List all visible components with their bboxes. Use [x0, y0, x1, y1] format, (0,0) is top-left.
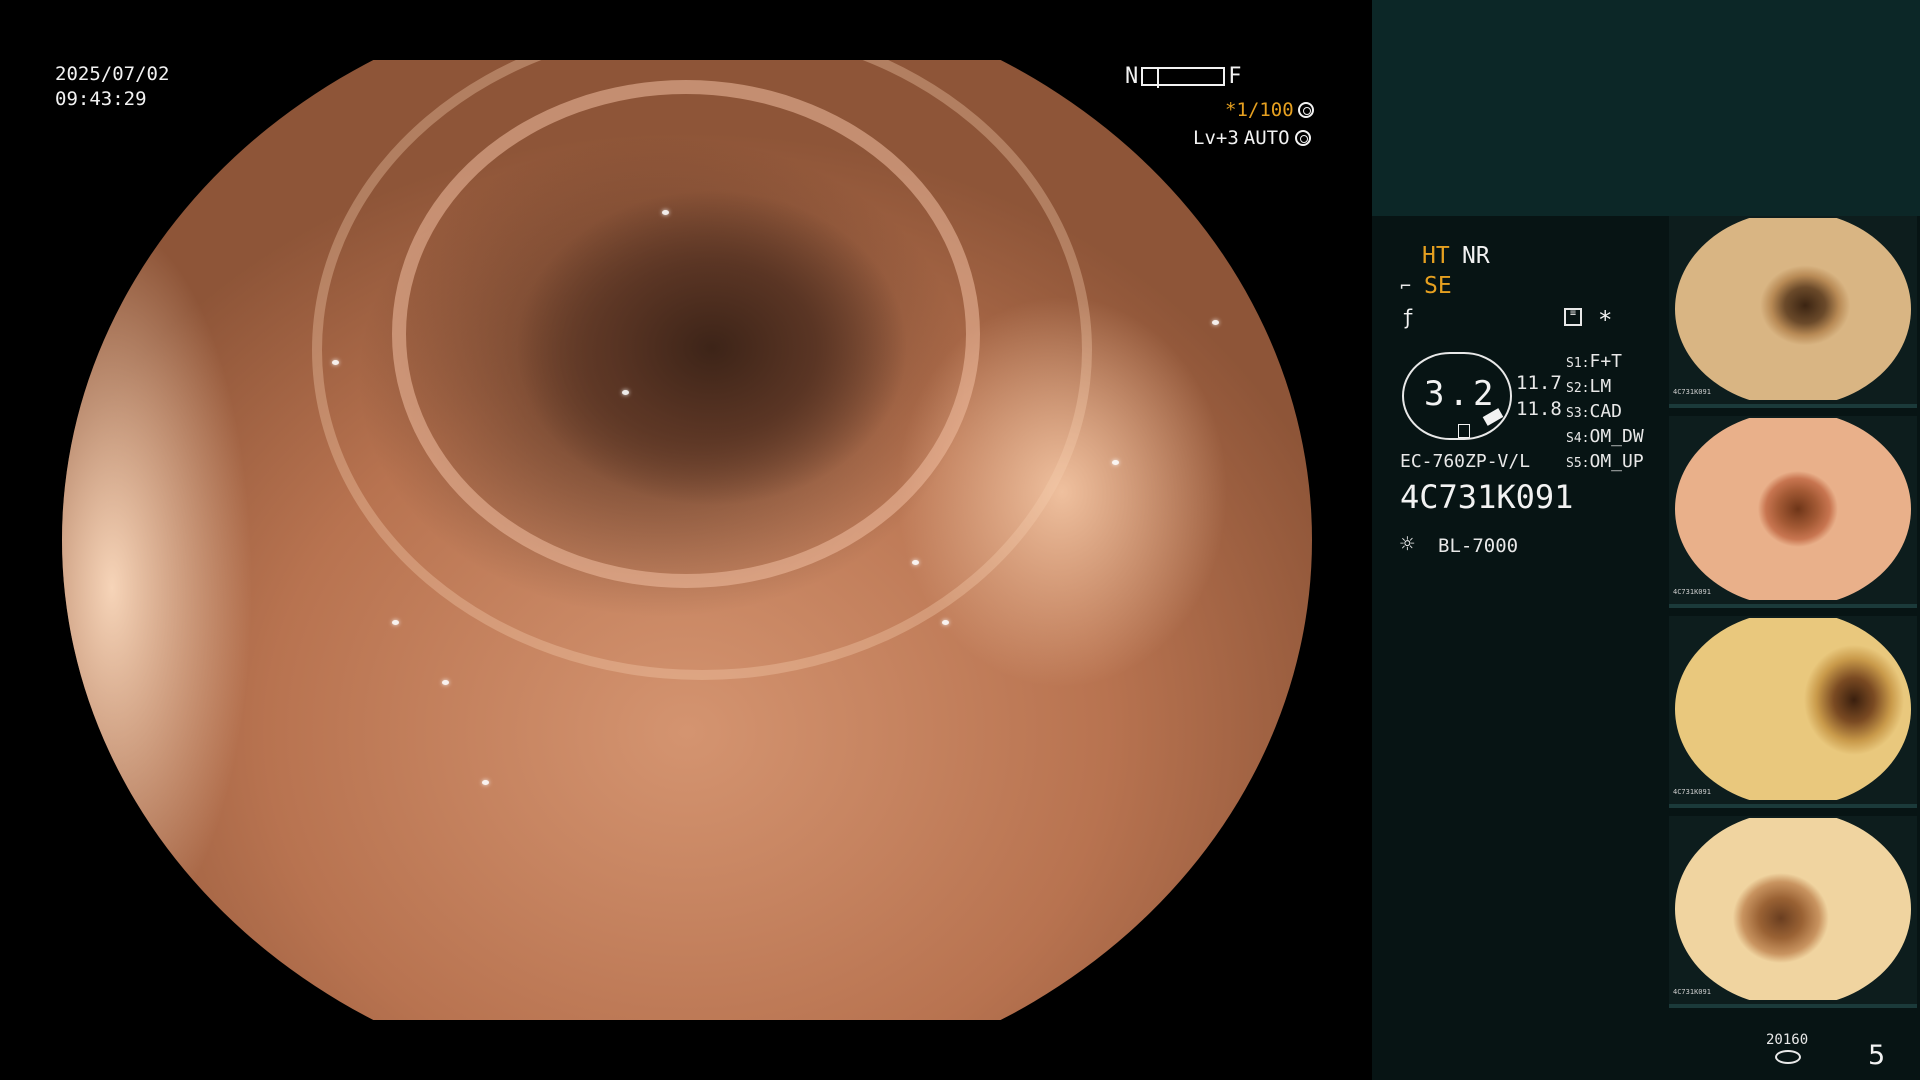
- specular-highlight: [622, 390, 629, 395]
- ring-square: [1458, 424, 1470, 438]
- setting-key: S2:: [1566, 381, 1590, 396]
- thumbnail-image: [1675, 618, 1911, 800]
- thumbnail[interactable]: 4C731K091: [1669, 816, 1917, 1008]
- endoscope-view: 2025/07/02 09:43:29 N F *1/100 Lv+3 AUTO: [0, 0, 1372, 1080]
- specular-highlight: [332, 360, 339, 365]
- iris-mode: AUTO: [1243, 127, 1290, 149]
- iris-level: Lv+3: [1193, 127, 1239, 149]
- specular-highlight: [1112, 460, 1119, 465]
- setting-key: S4:: [1566, 431, 1590, 446]
- date-label: 2025/07/02: [55, 63, 170, 85]
- setting-s2: S2:LM: [1566, 376, 1611, 397]
- specular-highlight: [482, 780, 489, 785]
- iris-setting: Lv+3 AUTO: [1193, 127, 1311, 149]
- focus-scale: N F: [1125, 64, 1242, 89]
- scope-serial: 4C731K091: [1400, 478, 1574, 516]
- captured-thumbnails: 4C731K091 4C731K091 4C731K091 4C731K091: [1669, 216, 1917, 1016]
- datetime-display: 2025/07/02 09:43:29: [55, 62, 169, 112]
- thumbnail-serial: 4C731K091: [1673, 388, 1711, 396]
- near-label: N: [1125, 64, 1139, 89]
- thumbnail-image: [1675, 818, 1911, 1000]
- setting-value: CAD: [1589, 401, 1622, 422]
- patient-info-area: [1372, 0, 1920, 216]
- endoscope-image: [62, 60, 1312, 1020]
- shutter-value: *1/100: [1225, 99, 1294, 121]
- specular-highlight: [192, 130, 199, 135]
- specular-highlight: [942, 620, 949, 625]
- thumbnail-image: [1675, 418, 1911, 600]
- setting-value: OM_UP: [1589, 451, 1644, 472]
- time-label: 09:43:29: [55, 88, 147, 110]
- specular-highlight: [392, 620, 399, 625]
- freeze-icon: ƒ: [1402, 305, 1415, 329]
- setting-value: F+T: [1589, 351, 1622, 372]
- far-label: F: [1228, 64, 1242, 89]
- setting-key: S5:: [1566, 456, 1590, 471]
- value-bottom: 11.8: [1516, 398, 1562, 420]
- shutter-speed: *1/100: [1225, 99, 1314, 121]
- asterisk-indicator: *: [1598, 306, 1613, 334]
- setting-s5: S5:OM_UP: [1566, 451, 1644, 472]
- thumbnail[interactable]: 4C731K091: [1669, 216, 1917, 408]
- specular-highlight: [662, 210, 669, 215]
- value-top: 11.7: [1516, 372, 1562, 394]
- ring-value: 3.2: [1424, 374, 1498, 414]
- light-source: BL-7000: [1438, 535, 1519, 557]
- setting-s1: S1:F+T: [1566, 351, 1622, 372]
- focus-bar: [1141, 67, 1226, 88]
- specular-highlight: [912, 560, 919, 565]
- scope-model: EC-760ZP-V/L: [1400, 451, 1531, 472]
- thumbnail-serial: 4C731K091: [1673, 588, 1711, 596]
- shutter-icon: [1297, 102, 1314, 118]
- iris-icon: [1294, 130, 1311, 146]
- light-icon: ☼: [1400, 530, 1415, 558]
- setting-key: S1:: [1566, 356, 1590, 371]
- memo-icon: ≡: [1564, 308, 1582, 326]
- specular-highlight: [1212, 320, 1219, 325]
- nr-indicator: NR: [1462, 243, 1490, 269]
- thumbnail[interactable]: 4C731K091: [1669, 416, 1917, 608]
- specular-highlight: [207, 155, 214, 160]
- ht-indicator: HT: [1422, 243, 1450, 269]
- thumbnail-serial: 4C731K091: [1673, 788, 1711, 796]
- setting-key: S3:: [1566, 406, 1590, 421]
- thumbnail[interactable]: 4C731K091: [1669, 616, 1917, 808]
- side-panel: HT NR ⌐ SE ƒ ≡ * 3.2 11.7 11.8 S1:F+T S2…: [1372, 0, 1920, 1080]
- se-indicator: SE: [1424, 273, 1452, 299]
- setting-s3: S3:CAD: [1566, 401, 1622, 422]
- setting-value: OM_DW: [1589, 426, 1644, 447]
- page-number: 5: [1868, 1040, 1886, 1071]
- thumbnail-serial: 4C731K091: [1673, 988, 1711, 996]
- setting-value: LM: [1589, 376, 1612, 397]
- specular-highlight: [442, 680, 449, 685]
- mucosal-fold: [312, 60, 1092, 680]
- scope-icon: ⌐: [1400, 276, 1411, 297]
- disk-icon: [1775, 1050, 1801, 1064]
- recording-count: 20160: [1766, 1032, 1809, 1048]
- thumbnail-image: [1675, 218, 1911, 400]
- setting-s4: S4:OM_DW: [1566, 426, 1644, 447]
